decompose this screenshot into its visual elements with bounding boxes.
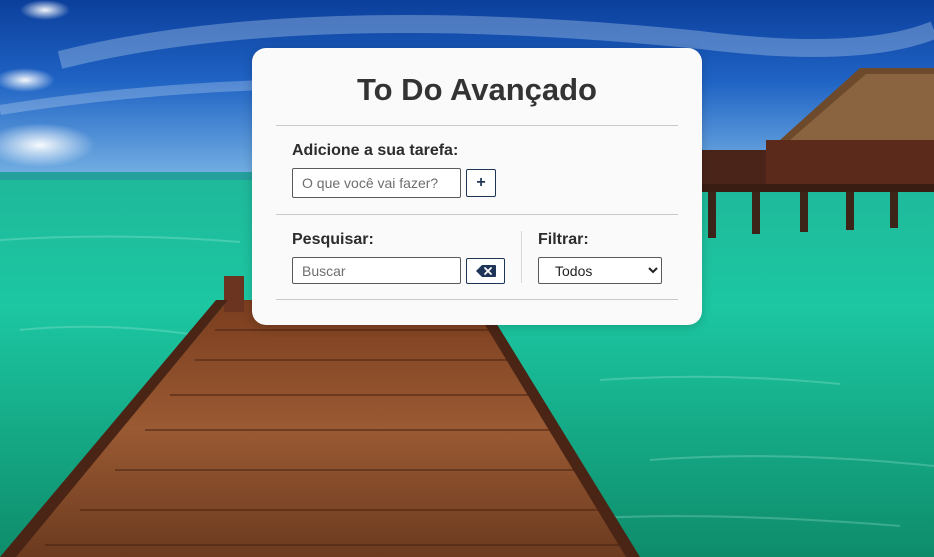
page-title: To Do Avançado [357, 72, 597, 107]
divider [276, 214, 678, 215]
todo-card: To Do Avançado Adicione a sua tarefa: + … [252, 48, 702, 325]
filter-select[interactable]: Todos [538, 257, 662, 284]
filter-label: Filtrar: [538, 231, 589, 248]
add-task-input[interactable] [292, 168, 461, 198]
section-divider [521, 231, 522, 283]
add-task-button[interactable]: + [466, 169, 496, 197]
clear-search-button[interactable] [466, 258, 505, 284]
search-input[interactable] [292, 257, 461, 284]
add-task-label: Adicione a sua tarefa: [292, 142, 459, 159]
divider [276, 299, 678, 300]
divider [276, 125, 678, 126]
search-label: Pesquisar: [292, 231, 374, 248]
backspace-icon [475, 265, 496, 277]
